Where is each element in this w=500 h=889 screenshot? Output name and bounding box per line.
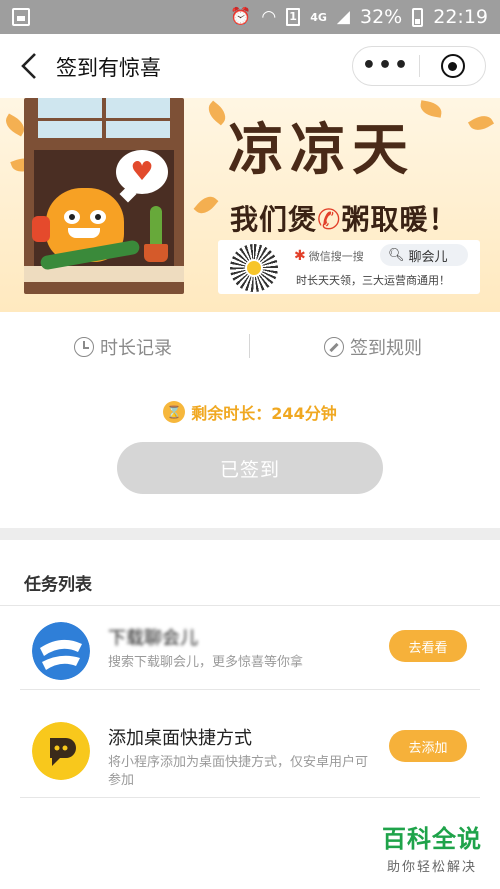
wifi-icon: ◠: [261, 6, 277, 27]
wechat-search-label: ✱ 微信搜一搜: [294, 248, 364, 264]
task-name: 下载聊会儿: [108, 628, 198, 649]
heart-icon: ♥: [130, 157, 154, 187]
divider: [20, 689, 480, 690]
task-item: 添加桌面快捷方式 将小程序添加为桌面快捷方式，仅安卓用户可参加 去添加: [0, 706, 500, 804]
watermark-title: 百科全说: [382, 825, 482, 853]
banner-title: 凉凉天: [228, 117, 414, 183]
slogan-pre: 我们煲: [230, 203, 318, 236]
battery-icon: [412, 7, 424, 27]
divider: [20, 797, 480, 798]
leaf-decoration: [204, 100, 230, 126]
wechat-search-icon: ✱: [294, 248, 306, 264]
page-title: 签到有惊喜: [56, 56, 161, 80]
clock-time: 22:19: [433, 6, 488, 28]
chevron-left-icon: [21, 53, 36, 79]
signal-icon: ◢: [336, 6, 350, 27]
watermark-logo: 百科全说 助你轻松解决: [382, 819, 482, 875]
close-mini-program-button[interactable]: [420, 54, 485, 78]
remaining-time: ⌛ 剩余时长：244分钟: [0, 400, 500, 424]
qr-search-box: 🔍︎ 聊会儿: [380, 244, 468, 266]
go-add-button[interactable]: 去添加: [389, 730, 467, 762]
back-button[interactable]: [14, 48, 44, 84]
alarm-icon: ⏰: [230, 6, 252, 27]
signed-in-button[interactable]: 已签到: [117, 442, 383, 494]
heart-bubble: ♥: [116, 150, 168, 194]
leaf-decoration: [193, 192, 219, 218]
mini-program-capsule: •••: [352, 46, 486, 86]
qr-card: ✱ 微信搜一搜 🔍︎ 聊会儿 时长天天领，三大运营商通用！: [218, 240, 480, 294]
compass-icon: [324, 337, 344, 357]
go-view-button[interactable]: 去看看: [389, 630, 467, 662]
battery-percent: 32%: [360, 6, 403, 28]
watermark-subtitle: 助你轻松解决: [386, 860, 477, 875]
clock-icon: [74, 337, 94, 357]
slogan-post: 粥取暖！: [341, 203, 458, 236]
banner-slogan: 我们煲✆粥取暖！: [230, 198, 458, 238]
sim-1-icon: 1: [286, 8, 301, 26]
qr-note: 时长天天领，三大运营商通用！: [296, 274, 450, 287]
tab-divider: [249, 334, 250, 358]
promo-banner[interactable]: ♥ 凉凉天 我们煲✆粥取暖！ ✱ 微信搜一搜 🔍︎ 聊会儿 时长天天领，三大运营…: [0, 98, 500, 312]
task-desc: 搜索下载聊会儿，更多惊喜等你拿: [108, 655, 304, 670]
rules-link-label: 签到规则: [350, 338, 422, 359]
history-link[interactable]: 时长记录: [74, 332, 172, 362]
rules-link[interactable]: 签到规则: [324, 332, 422, 362]
flower-pot: [144, 244, 168, 262]
remaining-time-label: 剩余时长：244分钟: [191, 404, 337, 423]
nav-bar: 签到有惊喜 •••: [0, 34, 500, 98]
image-icon: [12, 8, 30, 26]
hourglass-icon: ⌛: [163, 401, 186, 423]
shortcut-app-icon: [32, 722, 90, 780]
task-name: 添加桌面快捷方式: [108, 728, 252, 749]
mascot-mouth: [68, 228, 100, 238]
search-icon: 🔍︎: [388, 247, 405, 263]
download-app-icon: [32, 622, 90, 680]
sign-in-card: 时长记录 签到规则 ⌛ 剩余时长：244分钟 已签到: [0, 312, 500, 528]
more-button[interactable]: •••: [353, 46, 419, 86]
phone-icon: [32, 216, 50, 242]
leaf-decoration: [418, 100, 444, 118]
leaf-decoration: [467, 111, 495, 135]
status-bar: ⏰ ◠ 1 4G ◢ 32% 22:19: [0, 0, 500, 34]
mascot-eye: [90, 210, 106, 224]
target-icon: [440, 54, 465, 78]
network-4g-icon: 4G: [310, 10, 327, 24]
task-desc: 将小程序添加为桌面快捷方式，仅安卓用户可参加: [108, 755, 369, 788]
phone-handset-icon: ✆: [317, 203, 342, 236]
task-list: 任务列表 下载聊会儿 搜索下载聊会儿，更多惊喜等你拿 去看看 添加桌面快捷方式 …: [0, 540, 500, 889]
qr-code-icon: [230, 244, 278, 292]
history-link-label: 时长记录: [100, 338, 172, 359]
window-sill-base: [24, 282, 184, 292]
task-list-title: 任务列表: [24, 575, 92, 595]
mascot-eye: [64, 210, 80, 224]
window-glass: [38, 98, 170, 142]
